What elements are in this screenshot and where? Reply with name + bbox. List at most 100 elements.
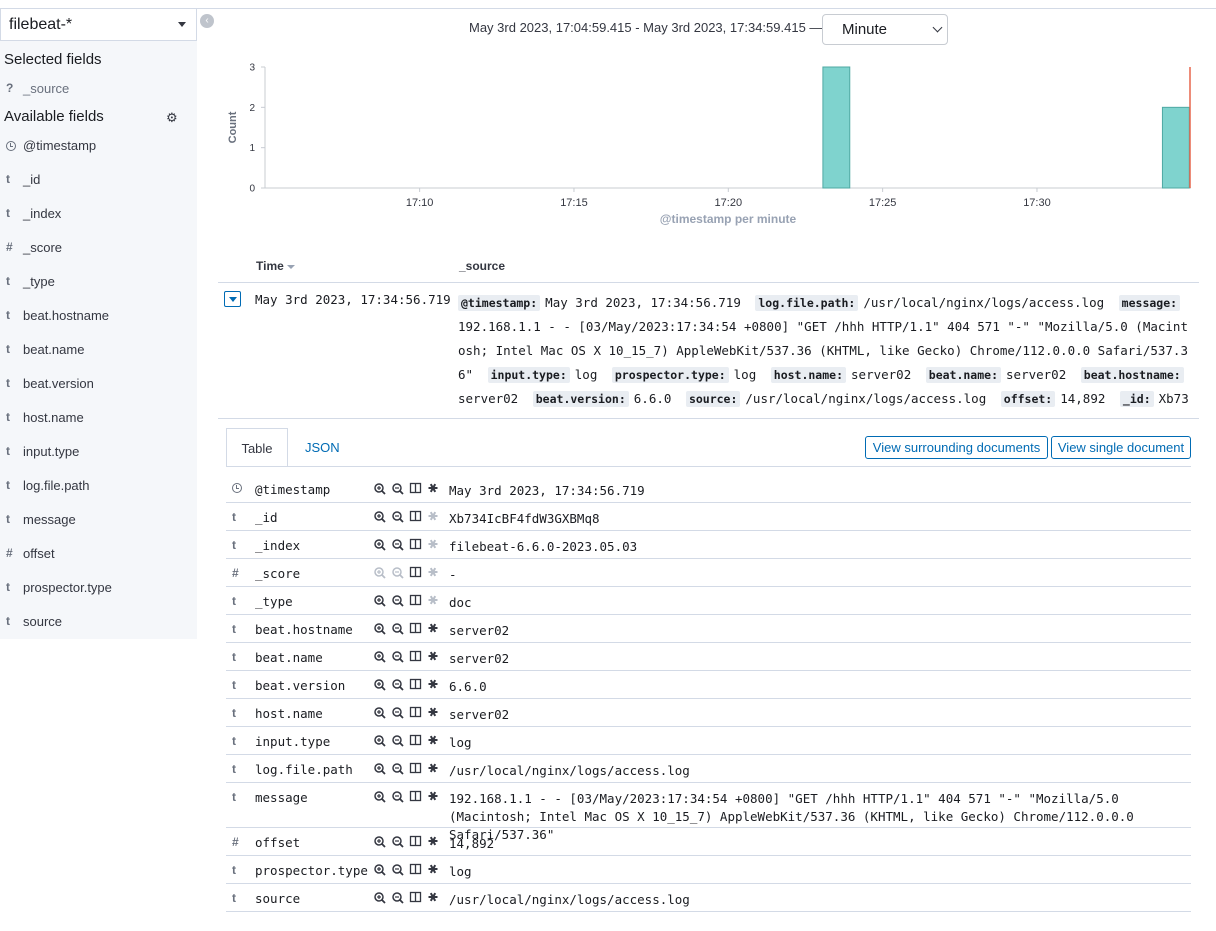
field-name: source	[255, 891, 301, 906]
time-column-header[interactable]: Time	[256, 259, 295, 273]
available-field-item[interactable]: t source	[0, 613, 197, 633]
filter-exists-icon[interactable]	[427, 480, 441, 498]
collapse-sidebar-button[interactable]: ‹	[200, 14, 214, 28]
collapse-row-toggle[interactable]	[224, 291, 241, 307]
toggle-column-icon[interactable]	[409, 676, 423, 694]
source-value: 14,892	[1060, 391, 1106, 406]
filter-exists-icon[interactable]	[427, 861, 441, 879]
filter-exists-icon[interactable]	[427, 833, 441, 851]
histogram-bar[interactable]	[822, 66, 851, 189]
filter-out-value-icon[interactable]	[391, 648, 405, 666]
filter-exists-icon[interactable]	[427, 704, 441, 722]
field-type: t	[6, 206, 18, 220]
available-field-item[interactable]: t prospector.type	[0, 579, 197, 599]
filter-for-value-icon[interactable]	[373, 620, 387, 638]
filter-for-value-icon[interactable]	[373, 592, 387, 610]
filter-out-value-icon[interactable]	[391, 889, 405, 907]
available-field-item[interactable]: @timestamp	[0, 137, 197, 157]
filter-out-value-icon[interactable]	[391, 732, 405, 750]
filter-exists-icon[interactable]	[427, 732, 441, 750]
available-field-item[interactable]: t message	[0, 511, 197, 531]
available-field-item[interactable]: t host.name	[0, 409, 197, 429]
filter-exists-icon[interactable]	[427, 788, 441, 806]
available-field-item[interactable]: t _index	[0, 205, 197, 225]
filter-for-value-icon[interactable]	[373, 788, 387, 806]
filter-exists-icon[interactable]	[427, 648, 441, 666]
toggle-column-icon[interactable]	[409, 861, 423, 879]
available-field-item[interactable]: t log.file.path	[0, 477, 197, 497]
filter-out-value-icon[interactable]	[391, 564, 405, 582]
filter-out-value-icon[interactable]	[391, 592, 405, 610]
toggle-column-icon[interactable]	[409, 508, 423, 526]
filter-exists-icon[interactable]	[427, 620, 441, 638]
y-axis-title: Count	[227, 111, 239, 143]
available-field-item[interactable]: t _type	[0, 273, 197, 293]
filter-out-value-icon[interactable]	[391, 508, 405, 526]
toggle-column-icon[interactable]	[409, 564, 423, 582]
filter-out-value-icon[interactable]	[391, 536, 405, 554]
toggle-column-icon[interactable]	[409, 889, 423, 907]
filter-exists-icon[interactable]	[427, 508, 441, 526]
toggle-column-icon[interactable]	[409, 732, 423, 750]
filter-for-value-icon[interactable]	[373, 760, 387, 778]
toggle-column-icon[interactable]	[409, 592, 423, 610]
view-surrounding-documents-button[interactable]: View surrounding documents	[865, 436, 1048, 459]
doc-field-row: # offset 14,892	[226, 828, 1191, 856]
filter-exists-icon[interactable]	[427, 564, 441, 582]
doc-source-summary: @timestamp: May 3rd 2023, 17:34:56.719 lo…	[458, 291, 1190, 413]
available-field-item[interactable]: t beat.hostname	[0, 307, 197, 327]
filter-for-value-icon[interactable]	[373, 861, 387, 879]
filter-for-value-icon[interactable]	[373, 648, 387, 666]
filter-out-value-icon[interactable]	[391, 788, 405, 806]
filter-out-value-icon[interactable]	[391, 704, 405, 722]
filter-for-value-icon[interactable]	[373, 536, 387, 554]
filter-out-value-icon[interactable]	[391, 760, 405, 778]
filter-for-value-icon[interactable]	[373, 564, 387, 582]
available-field-item[interactable]: # offset	[0, 545, 197, 565]
filter-exists-icon[interactable]	[427, 676, 441, 694]
available-field-item[interactable]: t beat.name	[0, 341, 197, 361]
field-name: beat.hostname	[255, 622, 353, 637]
filter-for-value-icon[interactable]	[373, 704, 387, 722]
filter-for-value-icon[interactable]	[373, 508, 387, 526]
filter-exists-icon[interactable]	[427, 592, 441, 610]
filter-out-value-icon[interactable]	[391, 620, 405, 638]
selected-field-item[interactable]: ? _source	[0, 80, 197, 100]
filter-exists-icon[interactable]	[427, 536, 441, 554]
filter-for-value-icon[interactable]	[373, 732, 387, 750]
toggle-column-icon[interactable]	[409, 620, 423, 638]
filter-out-value-icon[interactable]	[391, 676, 405, 694]
toggle-column-icon[interactable]	[409, 704, 423, 722]
filter-for-value-icon[interactable]	[373, 889, 387, 907]
tab-table[interactable]: Table	[226, 428, 288, 467]
field-type: t	[6, 614, 18, 628]
toggle-column-icon[interactable]	[409, 648, 423, 666]
filter-out-value-icon[interactable]	[391, 833, 405, 851]
histogram-bar[interactable]	[1161, 106, 1190, 189]
interval-select[interactable]: Minute	[822, 14, 948, 45]
toggle-column-icon[interactable]	[409, 536, 423, 554]
filter-for-value-icon[interactable]	[373, 833, 387, 851]
field-value: -	[449, 567, 457, 582]
available-field-item[interactable]: t beat.version	[0, 375, 197, 395]
available-field-item[interactable]: t _id	[0, 171, 197, 191]
field-type: t	[232, 594, 246, 608]
available-field-item[interactable]: # _score	[0, 239, 197, 259]
toggle-column-icon[interactable]	[409, 833, 423, 851]
chevron-left-icon: ‹	[205, 15, 209, 26]
filter-out-value-icon[interactable]	[391, 480, 405, 498]
toggle-column-icon[interactable]	[409, 788, 423, 806]
gear-icon[interactable]: ⚙	[166, 110, 178, 126]
filter-for-value-icon[interactable]	[373, 480, 387, 498]
filter-exists-icon[interactable]	[427, 889, 441, 907]
toggle-column-icon[interactable]	[409, 760, 423, 778]
filter-out-value-icon[interactable]	[391, 861, 405, 879]
filter-exists-icon[interactable]	[427, 760, 441, 778]
filter-for-value-icon[interactable]	[373, 676, 387, 694]
tab-json[interactable]: JSON	[305, 440, 340, 455]
index-pattern-select[interactable]: filebeat-*	[0, 9, 197, 41]
available-field-item[interactable]: t input.type	[0, 443, 197, 463]
view-single-document-button[interactable]: View single document	[1051, 436, 1191, 459]
toggle-column-icon[interactable]	[409, 480, 423, 498]
sort-down-icon[interactable]	[286, 264, 295, 269]
